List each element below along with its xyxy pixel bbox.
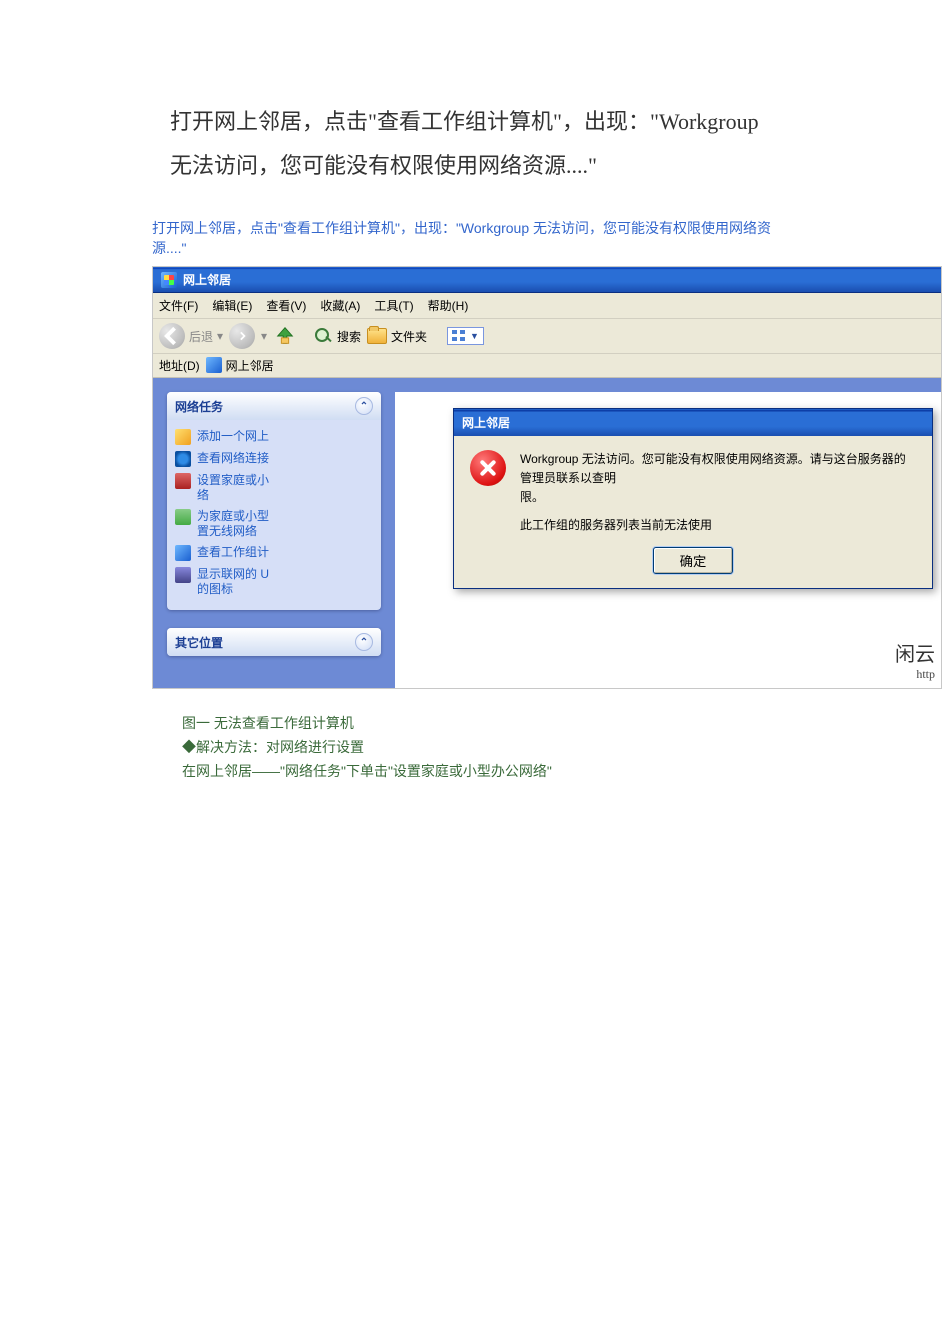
- wireless-icon: [175, 509, 191, 525]
- back-label: 后退: [189, 328, 213, 345]
- globe-icon: [175, 451, 191, 467]
- task-label: 查看网络连接: [197, 451, 269, 466]
- folders-label: 文件夹: [391, 328, 427, 345]
- side-panel: 网络任务 ⌃ 添加一个网上 查看网络连接: [167, 392, 381, 688]
- panel-network-tasks: 网络任务 ⌃ 添加一个网上 查看网络连接: [167, 392, 381, 610]
- dialog-button-row: 确定: [454, 541, 932, 588]
- add-place-icon: [175, 429, 191, 445]
- dialog-msg-line2: 此工作组的服务器列表当前无法使用: [520, 518, 712, 532]
- dialog-msg-line1: Workgroup 无法访问。您可能没有权限使用网络资源。请与这台服务器的管理员…: [520, 452, 906, 485]
- workgroup-icon: [175, 545, 191, 561]
- panel-header-network-tasks[interactable]: 网络任务 ⌃: [167, 392, 381, 420]
- explorer-body: 网络任务 ⌃ 添加一个网上 查看网络连接: [153, 378, 941, 688]
- menu-edit[interactable]: 编辑(E): [212, 297, 252, 314]
- search-icon: [313, 326, 333, 346]
- search-label: 搜索: [337, 328, 361, 345]
- figure-caption: 图一 无法查看工作组计算机: [182, 713, 775, 733]
- task-label: 查看工作组计: [197, 545, 269, 560]
- ok-button[interactable]: 确定: [653, 547, 733, 574]
- back-dropdown-icon: ▾: [217, 329, 223, 343]
- address-bar: 地址(D) 网上邻居: [153, 354, 941, 378]
- back-button[interactable]: 后退 ▾: [159, 323, 223, 349]
- dialog-message: Workgroup 无法访问。您可能没有权限使用网络资源。请与这台服务器的管理员…: [520, 450, 916, 535]
- views-icon: [452, 330, 466, 342]
- menu-file[interactable]: 文件(F): [159, 297, 198, 314]
- forward-button[interactable]: [229, 323, 255, 349]
- menu-tools[interactable]: 工具(T): [374, 297, 413, 314]
- views-button[interactable]: ▼: [447, 327, 484, 345]
- task-setup-home-network[interactable]: 设置家庭或小 络: [175, 470, 373, 506]
- dialog-body: Workgroup 无法访问。您可能没有权限使用网络资源。请与这台服务器的管理员…: [454, 436, 932, 541]
- document-heading: 打开网上邻居，点击"查看工作组计算机"，出现："Workgroup 无法访问，您…: [170, 100, 775, 188]
- menu-view[interactable]: 查看(V): [266, 297, 306, 314]
- collapse-icon[interactable]: ⌃: [355, 397, 373, 415]
- solution-heading: ◆解决方法：对网络进行设置: [182, 737, 775, 757]
- screenshot-caption: 打开网上邻居，点击"查看工作组计算机"，出现："Workgroup 无法访问，您…: [152, 218, 775, 258]
- watermark: 闲云 http: [895, 638, 935, 682]
- up-button[interactable]: [273, 324, 297, 348]
- task-view-connections[interactable]: 查看网络连接: [175, 448, 373, 470]
- menu-bar: 文件(F) 编辑(E) 查看(V) 收藏(A) 工具(T) 帮助(H): [153, 293, 941, 319]
- task-label: 设置家庭或小 络: [197, 473, 269, 503]
- error-icon: [470, 450, 506, 486]
- watermark-line1: 闲云: [895, 638, 935, 667]
- screenshot-container: 网上邻居 文件(F) 编辑(E) 查看(V) 收藏(A) 工具(T) 帮助(H)…: [152, 266, 942, 689]
- upnp-icon: [175, 567, 191, 583]
- back-arrow-icon: [159, 323, 185, 349]
- address-text: 网上邻居: [226, 359, 274, 373]
- task-label: 显示联网的 U 的图标: [197, 567, 269, 597]
- task-setup-wireless[interactable]: 为家庭或小型 置无线网络: [175, 506, 373, 542]
- home-network-icon: [175, 473, 191, 489]
- panel-body-network-tasks: 添加一个网上 查看网络连接 设置家庭或小 络 为家庭或小型 置无线网络: [167, 420, 381, 610]
- solution-step: 在网上邻居——"网络任务"下单击"设置家庭或小型办公网络": [182, 761, 775, 781]
- dialog-msg-line1b: 限。: [520, 490, 544, 504]
- task-view-workgroup[interactable]: 查看工作组计: [175, 542, 373, 564]
- dialog-title: 网上邻居: [454, 409, 932, 436]
- task-label: 为家庭或小型 置无线网络: [197, 509, 269, 539]
- folder-icon: [367, 328, 387, 344]
- forward-dropdown-icon: ▾: [261, 329, 267, 343]
- panel-other-places: 其它位置 ⌃: [167, 628, 381, 656]
- footer-text: 图一 无法查看工作组计算机 ◆解决方法：对网络进行设置 在网上邻居——"网络任务…: [182, 713, 775, 781]
- collapse-icon[interactable]: ⌃: [355, 633, 373, 651]
- search-button[interactable]: 搜索: [313, 326, 361, 346]
- window-title: 网上邻居: [183, 271, 231, 288]
- views-dropdown-icon: ▼: [470, 331, 479, 341]
- error-dialog: 网上邻居 Workgroup 无法访问。您可能没有权限使用网络资源。请与这台服务…: [453, 408, 933, 589]
- network-places-icon: [161, 272, 177, 288]
- menu-fav[interactable]: 收藏(A): [320, 297, 360, 314]
- address-value[interactable]: 网上邻居: [206, 357, 274, 374]
- panel-title-network-tasks: 网络任务: [175, 398, 223, 415]
- address-label: 地址(D): [159, 357, 200, 374]
- task-show-upnp[interactable]: 显示联网的 U 的图标: [175, 564, 373, 600]
- folders-button[interactable]: 文件夹: [367, 328, 427, 345]
- task-label: 添加一个网上: [197, 429, 269, 444]
- task-add-place[interactable]: 添加一个网上: [175, 426, 373, 448]
- toolbar: 后退 ▾ ▾ 搜索 文件夹: [153, 319, 941, 354]
- window-titlebar: 网上邻居: [153, 267, 941, 293]
- menu-help[interactable]: 帮助(H): [428, 297, 469, 314]
- address-icon: [206, 357, 222, 373]
- panel-title-other-places: 其它位置: [175, 634, 223, 651]
- watermark-line2: http: [895, 667, 935, 682]
- panel-header-other-places[interactable]: 其它位置 ⌃: [167, 628, 381, 656]
